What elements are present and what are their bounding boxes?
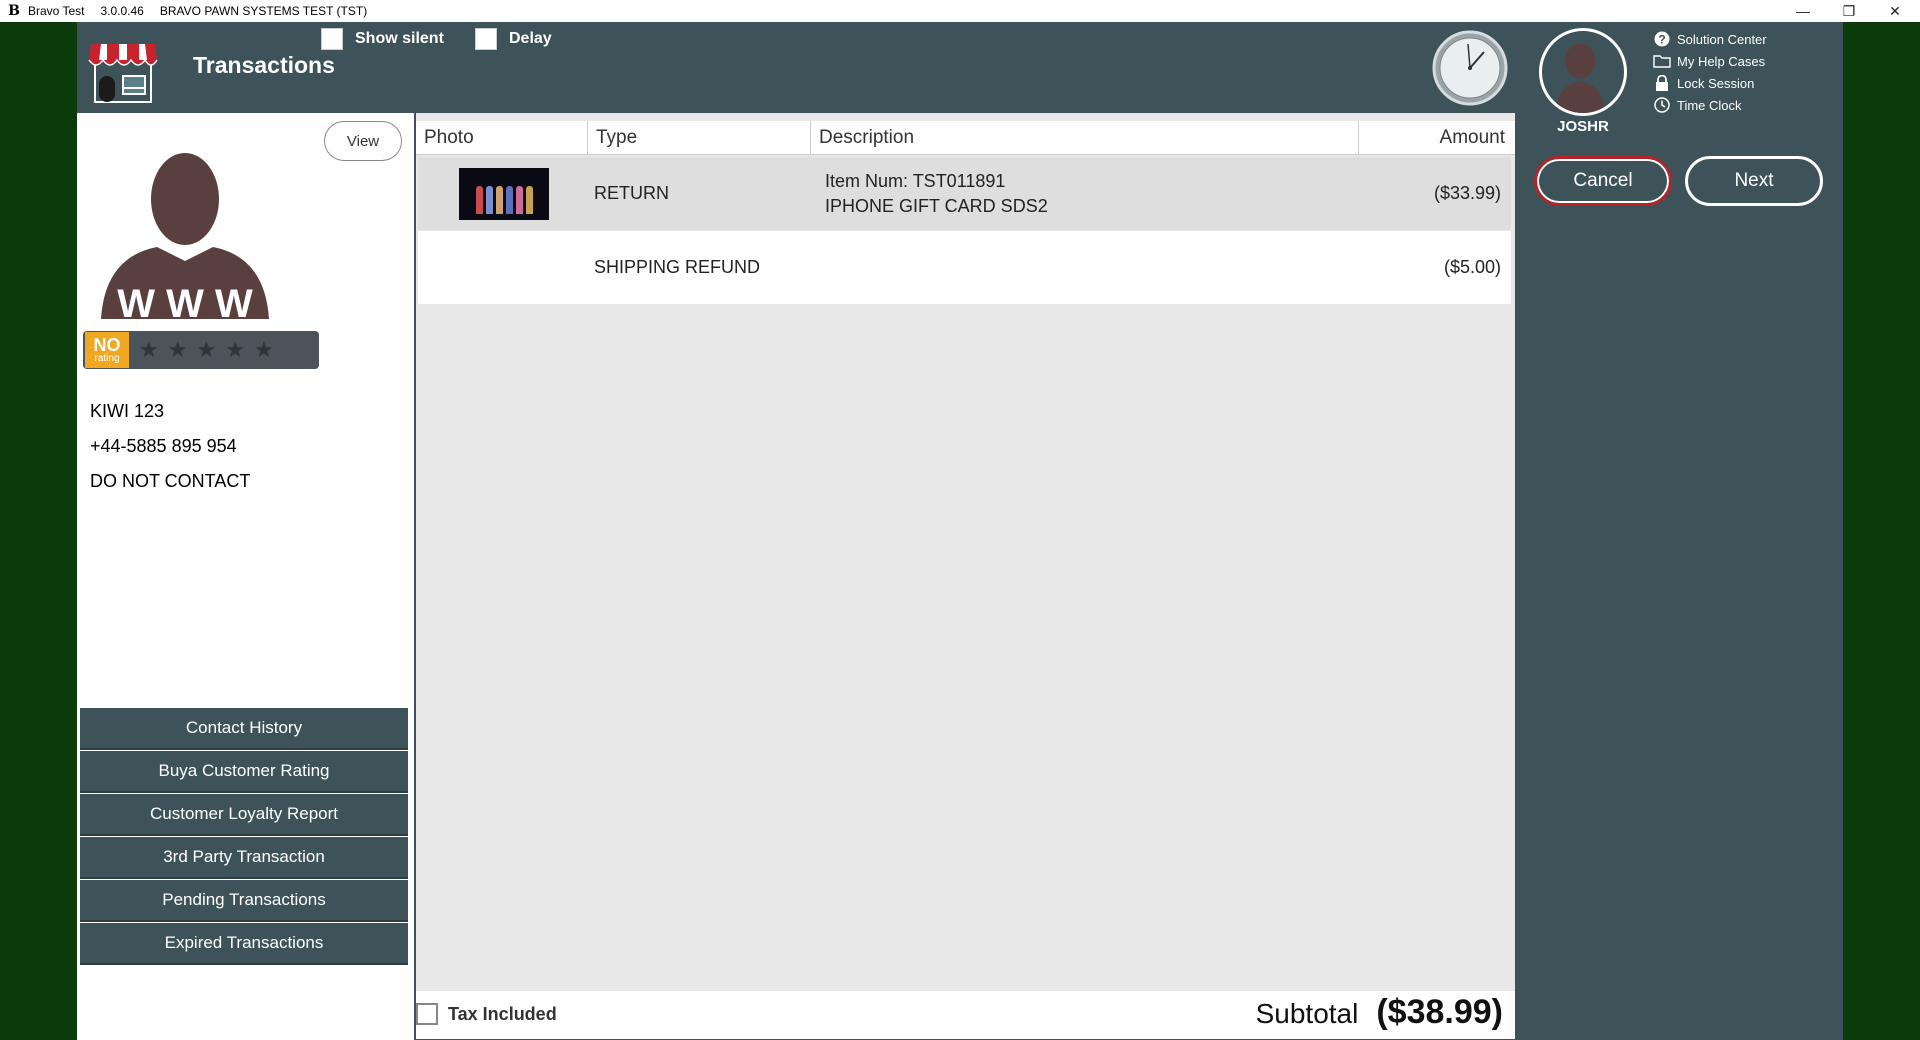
user-avatar[interactable] (1539, 28, 1627, 116)
view-button[interactable]: View (324, 121, 402, 161)
customer-address: KIWI 123 (90, 401, 165, 421)
customer-menu: Contact History Buya Customer Rating Cus… (80, 708, 408, 966)
contact-history-button[interactable]: Contact History (80, 708, 408, 750)
folder-icon (1653, 52, 1671, 70)
app-logo-icon: B (8, 3, 20, 19)
table-header: Photo Type Description Amount (416, 121, 1515, 155)
question-icon: ? (1653, 30, 1671, 48)
user-name: JOSHR (1557, 118, 1609, 135)
star-icon: ★ (167, 337, 188, 362)
tax-included-label: Tax Included (448, 1003, 557, 1024)
row-photo-cell (418, 157, 590, 230)
delay-label: Delay (509, 30, 552, 47)
column-description[interactable]: Description (811, 121, 1359, 155)
column-type[interactable]: Type (588, 121, 811, 155)
transactions-table: Photo Type Description Amount RETURN Ite… (416, 113, 1515, 1013)
time-clock-icon (1653, 96, 1671, 114)
time-clock-label: Time Clock (1677, 97, 1742, 113)
column-photo[interactable]: Photo (416, 121, 588, 155)
my-help-cases-label: My Help Cases (1677, 53, 1766, 69)
my-help-cases-link[interactable]: My Help Cases (1653, 50, 1767, 72)
restore-icon[interactable]: ❐ (1826, 0, 1872, 22)
row-amount: ($5.00) (1443, 257, 1501, 277)
help-links: ? Solution Center My Help Cases Lock Ses… (1653, 28, 1767, 116)
customer-contact-note: DO NOT CONTACT (90, 471, 251, 491)
pending-transactions-button[interactable]: Pending Transactions (80, 880, 408, 922)
right-margin (1843, 22, 1920, 1040)
loyalty-report-button[interactable]: Customer Loyalty Report (80, 794, 408, 836)
star-icon: ★ (253, 337, 274, 362)
buya-rating-button[interactable]: Buya Customer Rating (80, 751, 408, 793)
left-margin (0, 22, 77, 1040)
row-photo-cell (418, 231, 590, 304)
lock-icon (1653, 74, 1671, 92)
star-icon: ★ (139, 337, 159, 362)
delay-box[interactable] (475, 28, 497, 50)
show-silent-box[interactable] (321, 28, 343, 50)
tax-included-box[interactable] (416, 1003, 438, 1025)
store-logo-icon (88, 44, 158, 103)
subtotal-value: ($38.99) (1376, 993, 1503, 1031)
app-frame: Transactions Show silent Delay JOSHR ? S… (77, 22, 1843, 1040)
column-amount[interactable]: Amount (1359, 121, 1515, 155)
rating-sub-text: rating (94, 353, 120, 364)
lock-session-link[interactable]: Lock Session (1653, 72, 1767, 94)
transactions-footer: Tax Included Subtotal ($38.99) (416, 991, 1515, 1039)
delay-checkbox[interactable]: Delay (475, 28, 552, 50)
expired-transactions-button[interactable]: Expired Transactions (80, 923, 408, 965)
window-titlebar: B Bravo Test 3.0.0.46 BRAVO PAWN SYSTEMS… (0, 0, 1920, 22)
minimize-icon[interactable]: — (1780, 0, 1826, 22)
customer-photo-placeholder: W W W (101, 153, 269, 319)
third-party-transaction-button[interactable]: 3rd Party Transaction (80, 837, 408, 879)
show-silent-label: Show silent (355, 30, 444, 47)
lock-session-label: Lock Session (1677, 75, 1755, 91)
svg-text:?: ? (1658, 33, 1665, 47)
customer-rating: NO rating ★ ★ ★ ★ ★ (83, 331, 319, 369)
row-amount: ($33.99) (1433, 183, 1501, 203)
customer-phone: +44-5885 895 954 (90, 436, 237, 456)
row-description: Item Num: TST011891 IPHONE GIFT CARD SDS… (817, 157, 1361, 230)
subtotal-label: Subtotal (1255, 998, 1359, 1029)
row-item-number: Item Num: TST011891 (825, 170, 1006, 191)
page-title: Transactions (193, 52, 335, 78)
rating-no-text: NO (93, 335, 121, 355)
star-icon: ★ (196, 337, 217, 362)
system-name: BRAVO PAWN SYSTEMS TEST (TST) (159, 4, 368, 18)
app-name: Bravo Test (28, 4, 85, 18)
solution-center-label: Solution Center (1677, 31, 1767, 47)
star-icon: ★ (225, 337, 245, 362)
table-row[interactable]: RETURN Item Num: TST011891 IPHONE GIFT C… (418, 157, 1511, 230)
subtotal: Subtotal ($38.99) (1256, 993, 1503, 1032)
time-clock-link[interactable]: Time Clock (1653, 94, 1767, 116)
table-row[interactable]: SHIPPING REFUND ($5.00) (418, 231, 1511, 304)
silhouette-watermark: W W W (117, 282, 253, 319)
next-button[interactable]: Next (1685, 156, 1823, 206)
solution-center-link[interactable]: ? Solution Center (1653, 28, 1767, 50)
item-thumbnail[interactable] (459, 167, 549, 220)
user-silhouette-icon (1555, 43, 1606, 113)
cancel-button[interactable]: Cancel (1534, 156, 1672, 206)
close-icon[interactable]: ✕ (1872, 0, 1918, 22)
row-description (817, 231, 1361, 304)
tax-included-checkbox[interactable]: Tax Included (416, 1003, 557, 1025)
clock-icon[interactable] (1432, 30, 1508, 106)
no-rating-badge: NO rating (85, 332, 129, 368)
app-version: 3.0.0.46 (100, 4, 144, 18)
row-type: SHIPPING REFUND (594, 257, 761, 277)
show-silent-checkbox[interactable]: Show silent (321, 28, 444, 50)
row-type: RETURN (594, 183, 669, 203)
rating-stars: ★ ★ ★ ★ ★ (139, 337, 274, 363)
row-item-name: IPHONE GIFT CARD SDS2 (825, 195, 1048, 216)
